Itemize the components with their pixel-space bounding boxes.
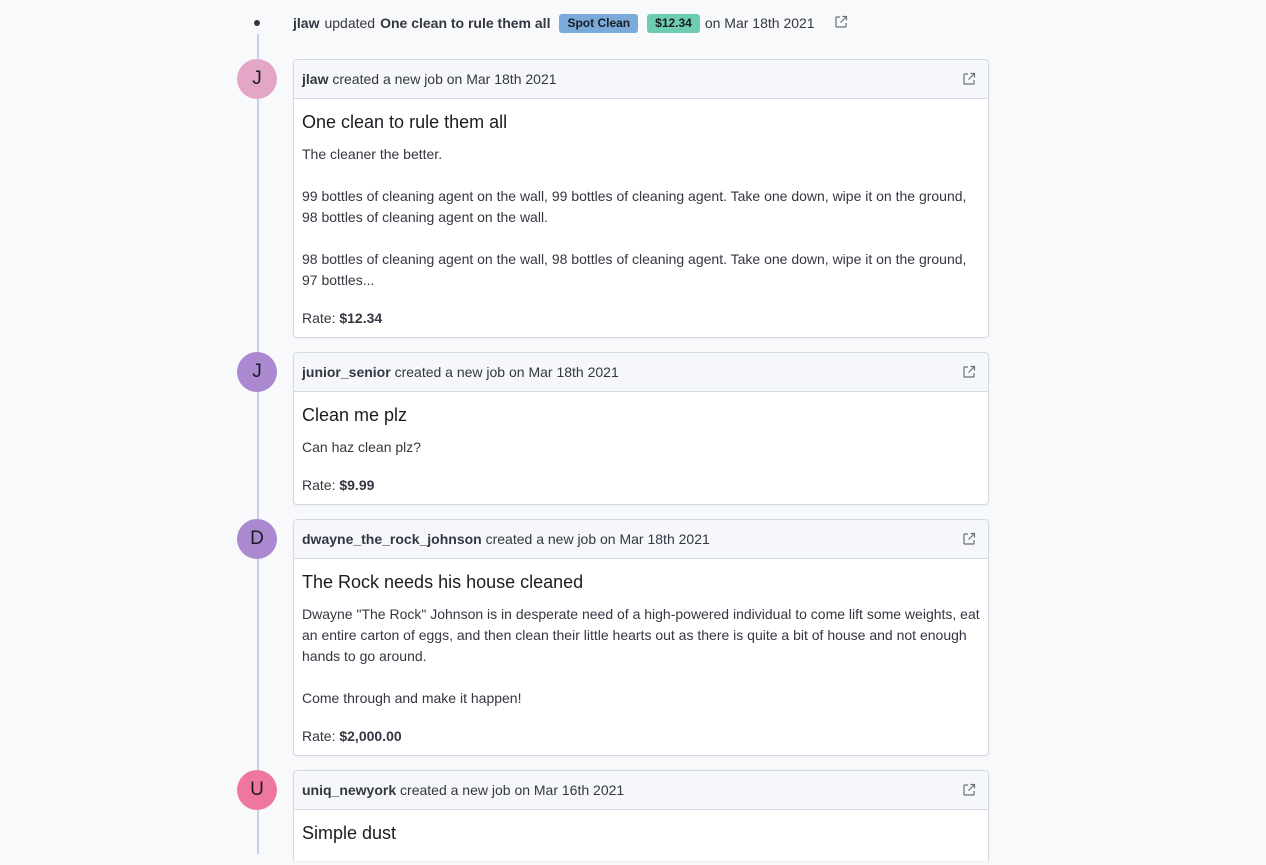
avatar: J [237, 59, 277, 99]
timeline-dot [240, 10, 274, 36]
avatar: U [237, 770, 277, 810]
job-description-paragraph: 98 bottles of cleaning agent on the wall… [302, 251, 967, 288]
job-description: Dwayne "The Rock" Johnson is in desperat… [302, 604, 980, 709]
entry-action: created a new job on Mar 18th 2021 [332, 71, 557, 87]
job-description-paragraph: The cleaner the better. [302, 146, 443, 162]
job-rate: Rate: $12.34 [302, 309, 980, 327]
rate-value: $9.99 [339, 477, 375, 493]
timeline-line [257, 34, 259, 854]
job-description-paragraph: Can haz clean plz? [302, 439, 422, 455]
job-description: Can haz clean plz? [302, 437, 980, 458]
panel-header: uniq_newyork created a new job on Mar 16… [294, 771, 988, 810]
job-description-paragraph: Dwayne "The Rock" Johnson is in desperat… [302, 606, 980, 664]
update-job-title: One clean to rule them all [380, 15, 551, 31]
update-user: jlaw [293, 15, 320, 31]
entry-action: created a new job on Mar 16th 2021 [400, 782, 625, 798]
job-description-paragraph: 99 bottles of cleaning agent on the wall… [302, 188, 967, 225]
external-link-icon[interactable] [962, 365, 976, 382]
entry-action: created a new job on Mar 18th 2021 [394, 364, 619, 380]
entry-user[interactable]: junior_senior [302, 364, 391, 380]
rate-label: Rate: [302, 477, 336, 493]
job-description: The cleaner the better. 99 bottles of cl… [302, 144, 980, 291]
avatar: J [237, 352, 277, 392]
panel-header: dwayne_the_rock_johnson created a new jo… [294, 520, 988, 559]
job-panel: junior_senior created a new job on Mar 1… [293, 352, 989, 505]
rate-value: $12.34 [339, 310, 383, 326]
job-title: Clean me plz [302, 405, 408, 425]
entry-user[interactable]: jlaw [302, 71, 328, 87]
entry-action: created a new job on Mar 18th 2021 [485, 531, 710, 547]
external-link-icon[interactable] [962, 783, 976, 800]
panel-header: jlaw created a new job on Mar 18th 2021 [294, 60, 988, 99]
panel-header: junior_senior created a new job on Mar 1… [294, 353, 988, 392]
job-panel: jlaw created a new job on Mar 18th 2021 … [293, 59, 989, 338]
rate-badge: $12.34 [647, 13, 700, 33]
category-badge: Spot Clean [559, 13, 639, 33]
external-link-icon[interactable] [962, 532, 976, 549]
job-rate: Rate: $9.99 [302, 476, 980, 494]
job-title: One clean to rule them all [302, 112, 508, 132]
rate-value: $2,000.00 [339, 728, 402, 744]
rate-label: Rate: [302, 310, 336, 326]
external-link-icon[interactable] [962, 72, 976, 89]
job-title: The Rock needs his house cleaned [302, 572, 584, 592]
avatar: D [237, 519, 277, 559]
update-verb: updated [324, 15, 376, 31]
external-link-icon[interactable] [834, 15, 848, 32]
rate-label: Rate: [302, 728, 336, 744]
update-date: on Mar 18th 2021 [704, 15, 815, 31]
job-description-paragraph: Come through and make it happen! [302, 690, 522, 706]
entry-user[interactable]: dwayne_the_rock_johnson [302, 531, 482, 547]
job-title: Simple dust [302, 823, 397, 843]
job-panel: uniq_newyork created a new job on Mar 16… [293, 770, 989, 861]
update-event: jlaw updated One clean to rule them all … [240, 10, 848, 36]
entry-user[interactable]: uniq_newyork [302, 782, 396, 798]
job-panel: dwayne_the_rock_johnson created a new jo… [293, 519, 989, 756]
job-rate: Rate: $2,000.00 [302, 727, 980, 745]
